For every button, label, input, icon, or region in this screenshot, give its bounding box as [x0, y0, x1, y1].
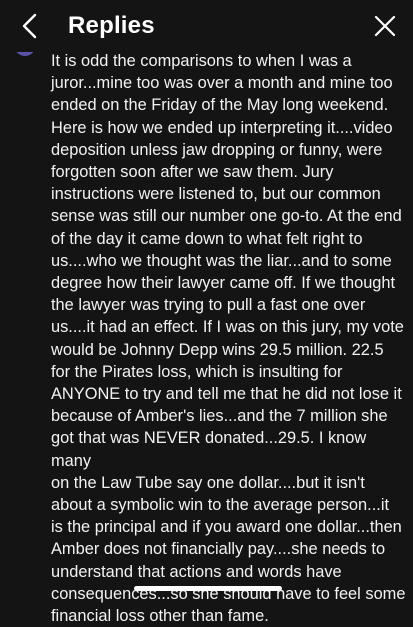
- page-title: Replies: [68, 12, 155, 39]
- close-button[interactable]: [371, 12, 399, 40]
- back-button[interactable]: [16, 10, 44, 42]
- reply-text: It is odd the comparisons to when I was …: [51, 52, 406, 626]
- close-x-icon: [374, 15, 396, 37]
- chevron-left-icon: [22, 13, 37, 39]
- header-bar: Replies: [0, 0, 413, 52]
- home-indicator: [134, 586, 282, 591]
